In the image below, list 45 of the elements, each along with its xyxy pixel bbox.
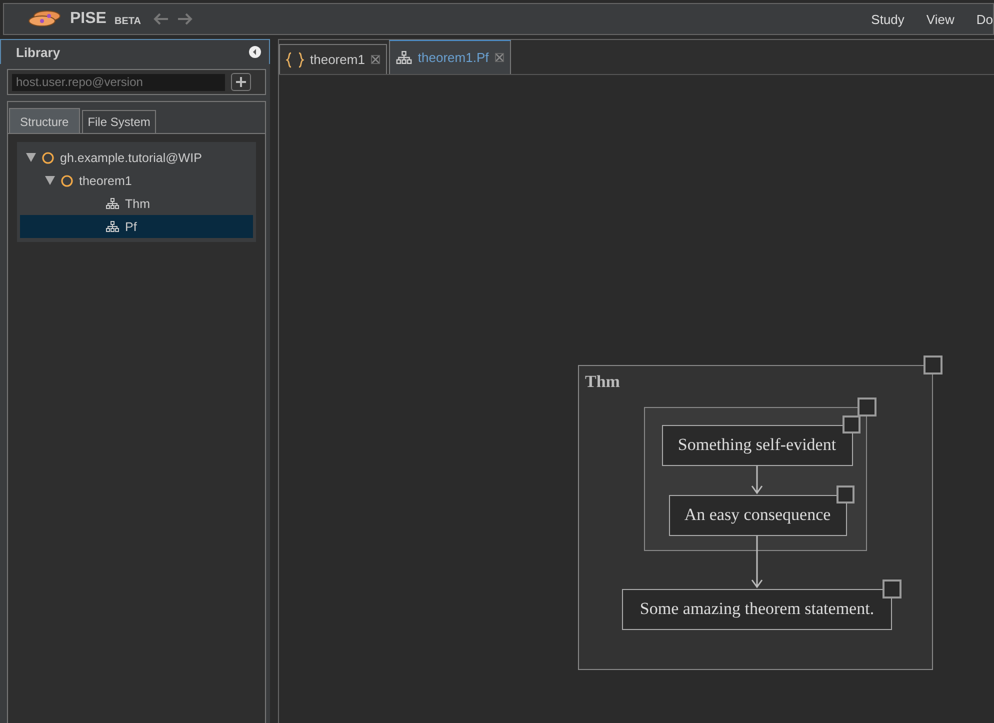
editor-tab[interactable]: theorem1 xyxy=(279,44,387,74)
panel-tab[interactable]: Structure xyxy=(9,108,80,133)
panel-tab[interactable]: File System xyxy=(82,110,156,133)
menu-item[interactable]: Do xyxy=(976,12,993,26)
beta-label: BETA xyxy=(114,16,141,26)
add-button[interactable] xyxy=(231,73,251,91)
node-handle[interactable] xyxy=(842,416,860,434)
close-icon[interactable] xyxy=(370,55,380,64)
logo-icon xyxy=(28,9,62,29)
plus-icon xyxy=(236,77,246,87)
node-handle[interactable] xyxy=(836,486,854,504)
app-name: PISE xyxy=(70,10,106,28)
expand-triangle-icon[interactable] xyxy=(26,153,36,162)
node-handle[interactable] xyxy=(858,398,876,416)
tree-item[interactable]: gh.example.tutorial@WIP xyxy=(20,146,253,169)
circle-icon xyxy=(61,174,73,186)
close-icon[interactable] xyxy=(494,53,504,62)
braces-icon xyxy=(286,52,304,68)
hierarchy-icon xyxy=(106,198,119,209)
node-handle[interactable] xyxy=(924,356,942,374)
arrow xyxy=(751,535,763,588)
hierarchy-icon xyxy=(106,221,119,232)
theorem-label: Thm xyxy=(585,372,620,391)
circle-icon xyxy=(42,152,54,164)
statement-node[interactable] xyxy=(662,425,853,466)
repo-input-field[interactable]: host.user.repo@version xyxy=(12,74,225,90)
statement-node[interactable] xyxy=(669,495,847,536)
forward-arrow-icon[interactable] xyxy=(176,13,193,25)
statement-text: An easy consequence xyxy=(684,505,831,524)
hierarchy-icon xyxy=(396,51,412,64)
tree-item[interactable]: Thm xyxy=(20,192,253,215)
arrow xyxy=(751,465,763,494)
collapse-icon[interactable] xyxy=(249,46,261,58)
statement-text: Some amazing theorem statement. xyxy=(640,599,874,618)
menu-item[interactable]: View xyxy=(926,12,954,26)
editor-tab[interactable]: theorem1.Pf xyxy=(388,40,511,74)
node-handle[interactable] xyxy=(882,580,902,598)
library-title: Library xyxy=(16,44,60,60)
back-arrow-icon[interactable] xyxy=(152,13,169,25)
expand-triangle-icon[interactable] xyxy=(45,176,55,185)
tree-item[interactable]: theorem1 xyxy=(20,169,253,192)
statement-node[interactable] xyxy=(622,589,892,630)
tree-item[interactable]: Pf xyxy=(20,215,253,238)
menu-item[interactable]: Study xyxy=(871,12,904,26)
statement-text: Something self-evident xyxy=(678,435,836,454)
